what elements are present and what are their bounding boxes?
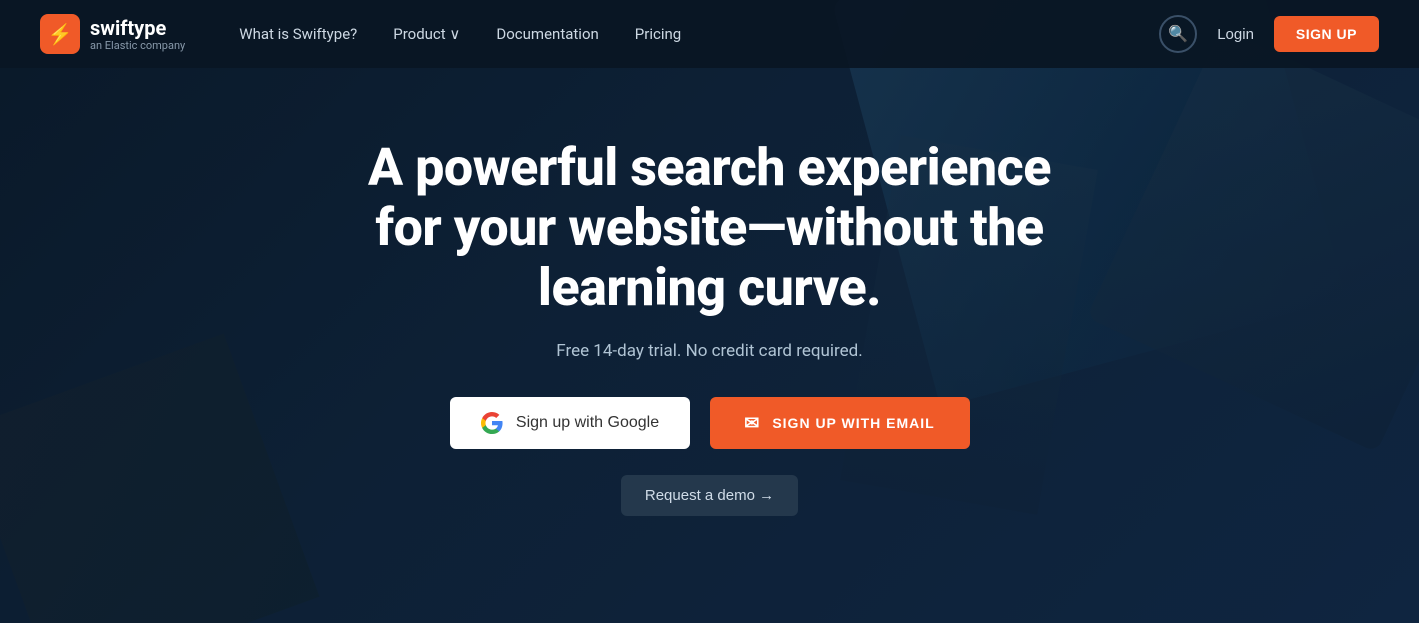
brand-name: swiftype — [90, 17, 185, 39]
request-demo-button[interactable]: Request a demo → — [621, 475, 798, 516]
logo[interactable]: ⚡ swiftype an Elastic company — [40, 14, 185, 54]
cta-buttons: Sign up with Google ✉ SIGN UP WITH EMAIL — [450, 397, 970, 449]
hero-title: A powerful search experience for your we… — [330, 138, 1090, 317]
hero-section: A powerful search experience for your we… — [0, 68, 1419, 516]
hero-subtitle: Free 14-day trial. No credit card requir… — [556, 341, 862, 361]
email-signup-button[interactable]: ✉ SIGN UP WITH EMAIL — [710, 397, 970, 449]
nav-what-is-swiftype[interactable]: What is Swiftype? — [225, 17, 371, 51]
login-button[interactable]: Login — [1213, 18, 1258, 51]
google-signup-button[interactable]: Sign up with Google — [450, 397, 690, 449]
brand-subtitle: an Elastic company — [90, 39, 185, 52]
search-button[interactable]: 🔍 — [1159, 15, 1197, 53]
nav-right: 🔍 Login SIGN UP — [1159, 15, 1379, 53]
google-icon — [480, 411, 504, 435]
nav-links: What is Swiftype? Product ∨ Documentatio… — [225, 17, 1159, 51]
search-icon: 🔍 — [1168, 24, 1188, 44]
navbar: ⚡ swiftype an Elastic company What is Sw… — [0, 0, 1419, 68]
google-signup-label: Sign up with Google — [516, 414, 659, 432]
logo-text-area: swiftype an Elastic company — [90, 17, 185, 52]
request-demo-label: Request a demo → — [645, 487, 774, 504]
nav-pricing[interactable]: Pricing — [621, 17, 695, 51]
nav-product[interactable]: Product ∨ — [379, 17, 474, 51]
nav-documentation[interactable]: Documentation — [482, 17, 612, 51]
email-icon: ✉ — [744, 413, 760, 434]
email-signup-label: SIGN UP WITH EMAIL — [772, 415, 934, 431]
signup-button[interactable]: SIGN UP — [1274, 16, 1379, 52]
logo-icon: ⚡ — [40, 14, 80, 54]
